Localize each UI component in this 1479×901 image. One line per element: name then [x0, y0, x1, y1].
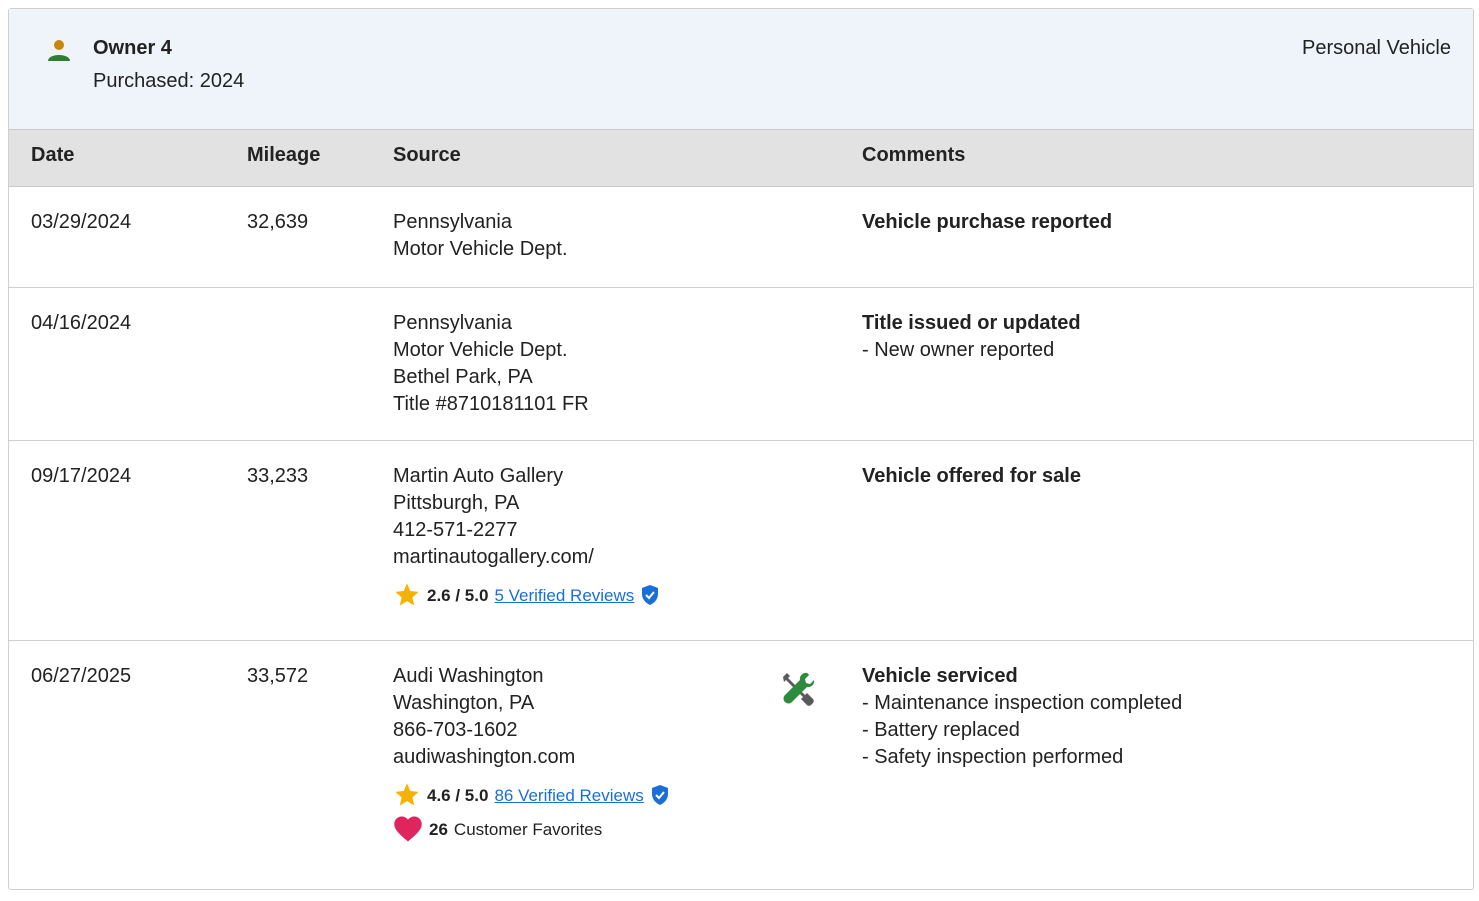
owner-use-type: Personal Vehicle [1302, 37, 1451, 59]
star-icon [395, 583, 419, 606]
table-header: Date Mileage Source Comments [9, 130, 1473, 187]
owner-header: Owner 4 Purchased: 2024 Personal Vehicle [9, 9, 1473, 130]
source-line: audiwashington.com [393, 746, 576, 768]
source-line: Audi Washington [393, 665, 544, 687]
person-icon [48, 40, 70, 61]
row-source: Martin Auto Gallery Pittsburgh, PA 412-5… [393, 463, 660, 609]
header-mileage: Mileage [247, 144, 321, 166]
owner-title: Owner 4 [93, 37, 172, 59]
comment-item: - Safety inspection performed [862, 746, 1124, 768]
row-date: 09/17/2024 [31, 465, 132, 487]
row-mileage: 33,233 [247, 465, 309, 487]
rating-score: 4.6 / 5.0 [427, 785, 489, 805]
header-date: Date [31, 144, 75, 166]
comment-item: - Battery replaced [862, 719, 1020, 741]
source-line: Washington, PA [393, 692, 535, 714]
source-line: Title #8710181101 FR [393, 393, 589, 415]
favorites-label: Customer Favorites [453, 819, 603, 839]
source-line: Martin Auto Gallery [393, 465, 564, 487]
header-comments: Comments [862, 144, 966, 166]
table-row: 04/16/2024 Pennsylvania Motor Vehicle De… [9, 288, 1473, 441]
row-comments: Title issued or updated - New owner repo… [862, 310, 1081, 364]
comment-title: Vehicle offered for sale [862, 465, 1081, 487]
source-line: Bethel Park, PA [393, 366, 533, 388]
verified-shield-icon [642, 585, 659, 605]
comment-title: Title issued or updated [862, 312, 1081, 334]
wrench-screwdriver-icon [783, 672, 815, 706]
table-row: 06/27/2025 33,572 Audi Washington Washin… [9, 641, 1473, 901]
row-date: 06/27/2025 [31, 665, 132, 687]
customer-favorites: 26 Customer Favorites [393, 815, 670, 843]
owner-history-card: Owner 4 Purchased: 2024 Personal Vehicle… [8, 8, 1474, 890]
source-line: Pennsylvania [393, 312, 512, 334]
row-mileage: 32,639 [247, 211, 309, 233]
verified-reviews-link[interactable]: 86 Verified Reviews [494, 782, 643, 809]
star-icon [395, 783, 419, 806]
row-source: Pennsylvania Motor Vehicle Dept. [393, 209, 568, 263]
row-comments: Vehicle serviced - Maintenance inspectio… [862, 663, 1182, 771]
table-row: 09/17/2024 33,233 Martin Auto Gallery Pi… [9, 441, 1473, 641]
dealer-rating: 4.6 / 5.0 86 Verified Reviews [393, 781, 670, 809]
comment-title: Vehicle serviced [862, 665, 1018, 687]
source-line: 866-703-1602 [393, 719, 518, 741]
verified-shield-icon [651, 785, 668, 805]
row-source: Audi Washington Washington, PA 866-703-1… [393, 663, 670, 843]
row-mileage: 33,572 [247, 665, 309, 687]
table-row: 03/29/2024 32,639 Pennsylvania Motor Veh… [9, 187, 1473, 288]
row-comments: Vehicle purchase reported [862, 209, 1112, 236]
source-line: Motor Vehicle Dept. [393, 339, 568, 361]
header-source: Source [393, 144, 461, 166]
comment-title: Vehicle purchase reported [862, 211, 1113, 233]
dealer-rating: 2.6 / 5.0 5 Verified Reviews [393, 581, 660, 609]
row-source: Pennsylvania Motor Vehicle Dept. Bethel … [393, 310, 589, 418]
row-comments: Vehicle offered for sale [862, 463, 1081, 490]
verified-reviews-link[interactable]: 5 Verified Reviews [494, 582, 634, 609]
row-date: 03/29/2024 [31, 211, 132, 233]
source-line: 412-571-2277 [393, 519, 518, 541]
source-line: Motor Vehicle Dept. [393, 238, 568, 260]
source-line: martinautogallery.com/ [393, 546, 594, 568]
comment-item: - New owner reported [862, 339, 1055, 361]
heart-icon [394, 816, 422, 842]
favorites-count: 26 [429, 819, 448, 839]
source-line: Pennsylvania [393, 211, 512, 233]
rating-score: 2.6 / 5.0 [427, 585, 489, 605]
comment-item: - Maintenance inspection completed [862, 692, 1183, 714]
owner-purchased: Purchased: 2024 [93, 70, 245, 92]
row-date: 04/16/2024 [31, 312, 132, 334]
source-line: Pittsburgh, PA [393, 492, 520, 514]
